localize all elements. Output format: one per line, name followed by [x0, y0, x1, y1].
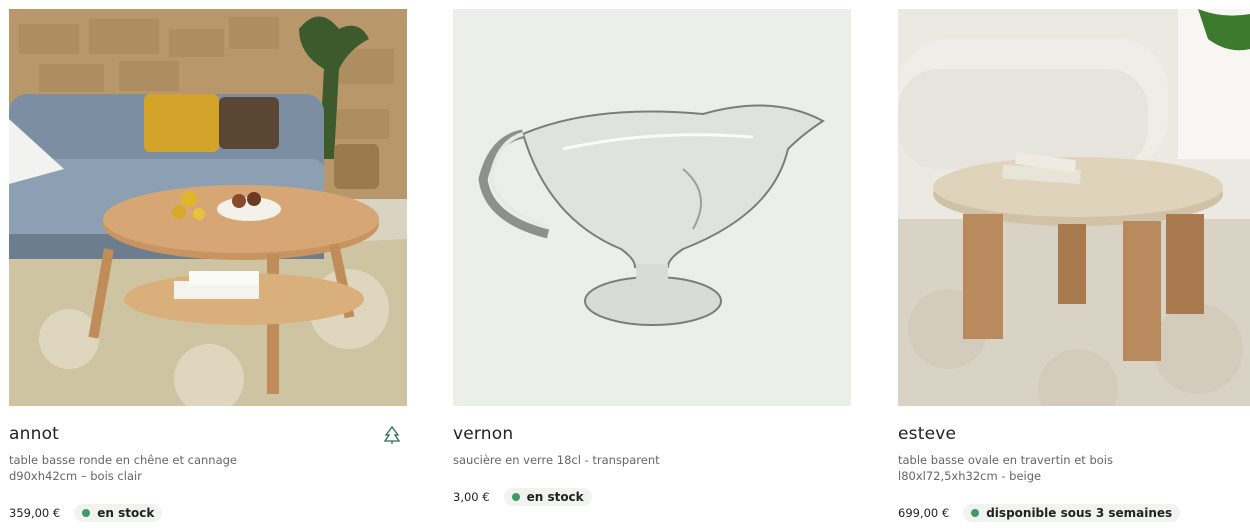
- availability-dot-icon: [511, 493, 520, 501]
- product-description: saucière en verre 18cl - transparent: [453, 453, 660, 467]
- price-row: 3,00 € en stock: [453, 488, 592, 506]
- product-price: 699,00 €: [898, 506, 950, 520]
- price-row: 699,00 € disponible sous 3 semaines: [898, 504, 1181, 522]
- product-description: table basse ovale en travertin et bois l…: [898, 453, 1113, 483]
- stock-label: en stock: [97, 506, 155, 520]
- availability-dot-icon: [82, 509, 91, 517]
- product-description: table basse ronde en chêne et cannage d9…: [9, 453, 238, 483]
- product-grid: annot table basse ronde en chêne et cann…: [0, 0, 1250, 531]
- fsc-icon: [383, 425, 401, 444]
- product-name[interactable]: annot: [9, 424, 407, 446]
- product-name[interactable]: esteve: [898, 424, 1250, 446]
- product-card-vernon[interactable]: vernon saucière en verre 18cl - transpar…: [453, 9, 851, 506]
- stock-badge: disponible sous 3 semaines: [963, 504, 1181, 522]
- product-image-annot[interactable]: [9, 9, 407, 406]
- product-image-esteve[interactable]: [898, 9, 1250, 406]
- stock-label: en stock: [526, 490, 584, 504]
- availability-dot-icon: [971, 509, 980, 517]
- stock-badge: en stock: [74, 504, 163, 522]
- product-price: 359,00 €: [9, 506, 61, 520]
- stock-label: disponible sous 3 semaines: [986, 506, 1173, 520]
- product-card-esteve[interactable]: esteve table basse ovale en travertin et…: [898, 9, 1250, 522]
- price-row: 359,00 € en stock: [9, 504, 163, 522]
- stock-badge: en stock: [503, 488, 592, 506]
- product-name[interactable]: vernon: [453, 424, 851, 446]
- product-card-annot[interactable]: annot table basse ronde en chêne et cann…: [9, 9, 407, 522]
- product-price: 3,00 €: [453, 490, 490, 504]
- product-image-vernon[interactable]: [453, 9, 851, 406]
